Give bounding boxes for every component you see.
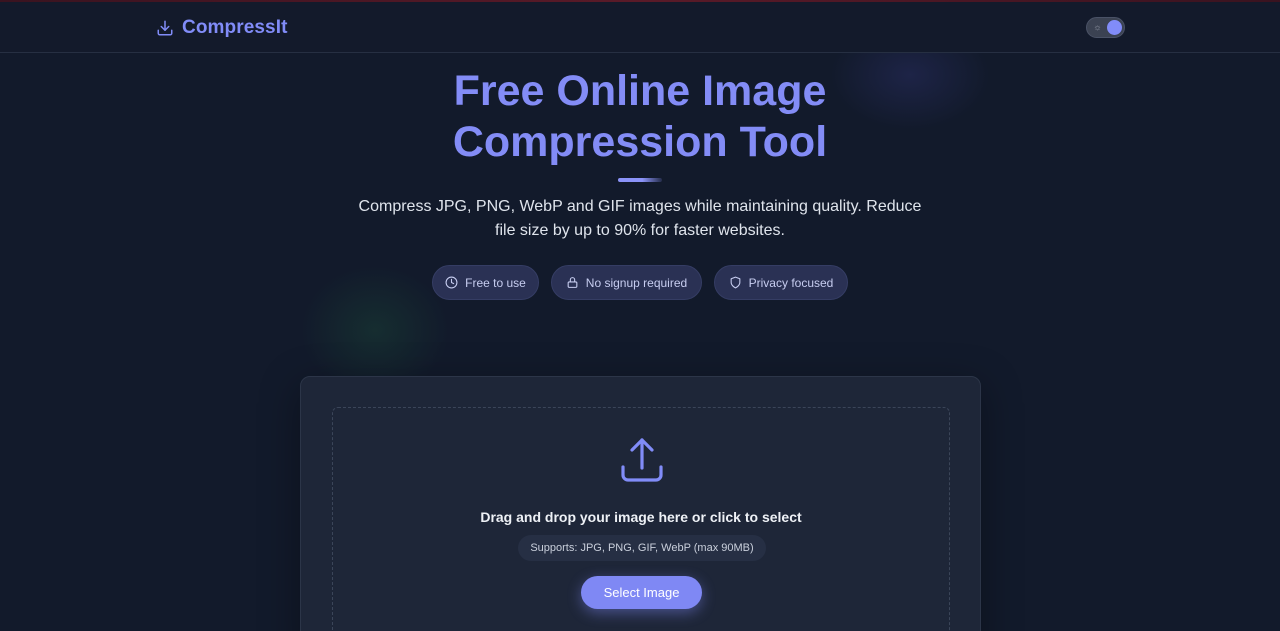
subtitle-line-1: Compress JPG, PNG, WebP and GIF images w… [358, 198, 922, 215]
badge-free-to-use: Free to use [432, 265, 539, 300]
badge-privacy: Privacy focused [714, 265, 848, 300]
select-image-button[interactable]: Select Image [581, 576, 702, 609]
lock-icon [567, 277, 578, 288]
title-line-1: Free Online Image [453, 67, 827, 115]
feature-badges: Free to use No signup required Privacy f… [0, 265, 1280, 300]
badge-label: No signup required [585, 275, 688, 290]
page-title: Free Online Image Compression Tool [340, 66, 940, 168]
dropzone[interactable]: Drag and drop your image here or click t… [332, 407, 950, 631]
supported-formats: Supports: JPG, PNG, GIF, WebP (max 90MB) [518, 535, 766, 561]
logo-link[interactable]: CompressIt [156, 16, 288, 40]
subtitle-line-2: file size by up to 90% for faster websit… [495, 222, 785, 239]
badge-label: Free to use [465, 275, 526, 290]
drop-instruction: Drag and drop your image here or click t… [480, 509, 802, 525]
theme-toggle[interactable]: ☼ [1086, 17, 1125, 38]
upload-icon [621, 438, 663, 482]
shield-icon [730, 276, 741, 289]
logo-text: CompressIt [182, 17, 288, 38]
badge-label: Privacy focused [748, 275, 834, 290]
download-icon [157, 20, 173, 36]
hero-subtitle: Compress JPG, PNG, WebP and GIF images w… [350, 195, 930, 243]
sun-icon: ☼ [1093, 22, 1102, 32]
title-underline [618, 178, 662, 182]
toggle-knob [1107, 20, 1122, 35]
clock-icon [445, 276, 458, 289]
title-line-2: Compression Tool [452, 118, 828, 166]
site-header: CompressIt ☼ [0, 2, 1280, 53]
upload-card: Drag and drop your image here or click t… [300, 376, 981, 631]
badge-no-signup: No signup required [551, 265, 702, 300]
